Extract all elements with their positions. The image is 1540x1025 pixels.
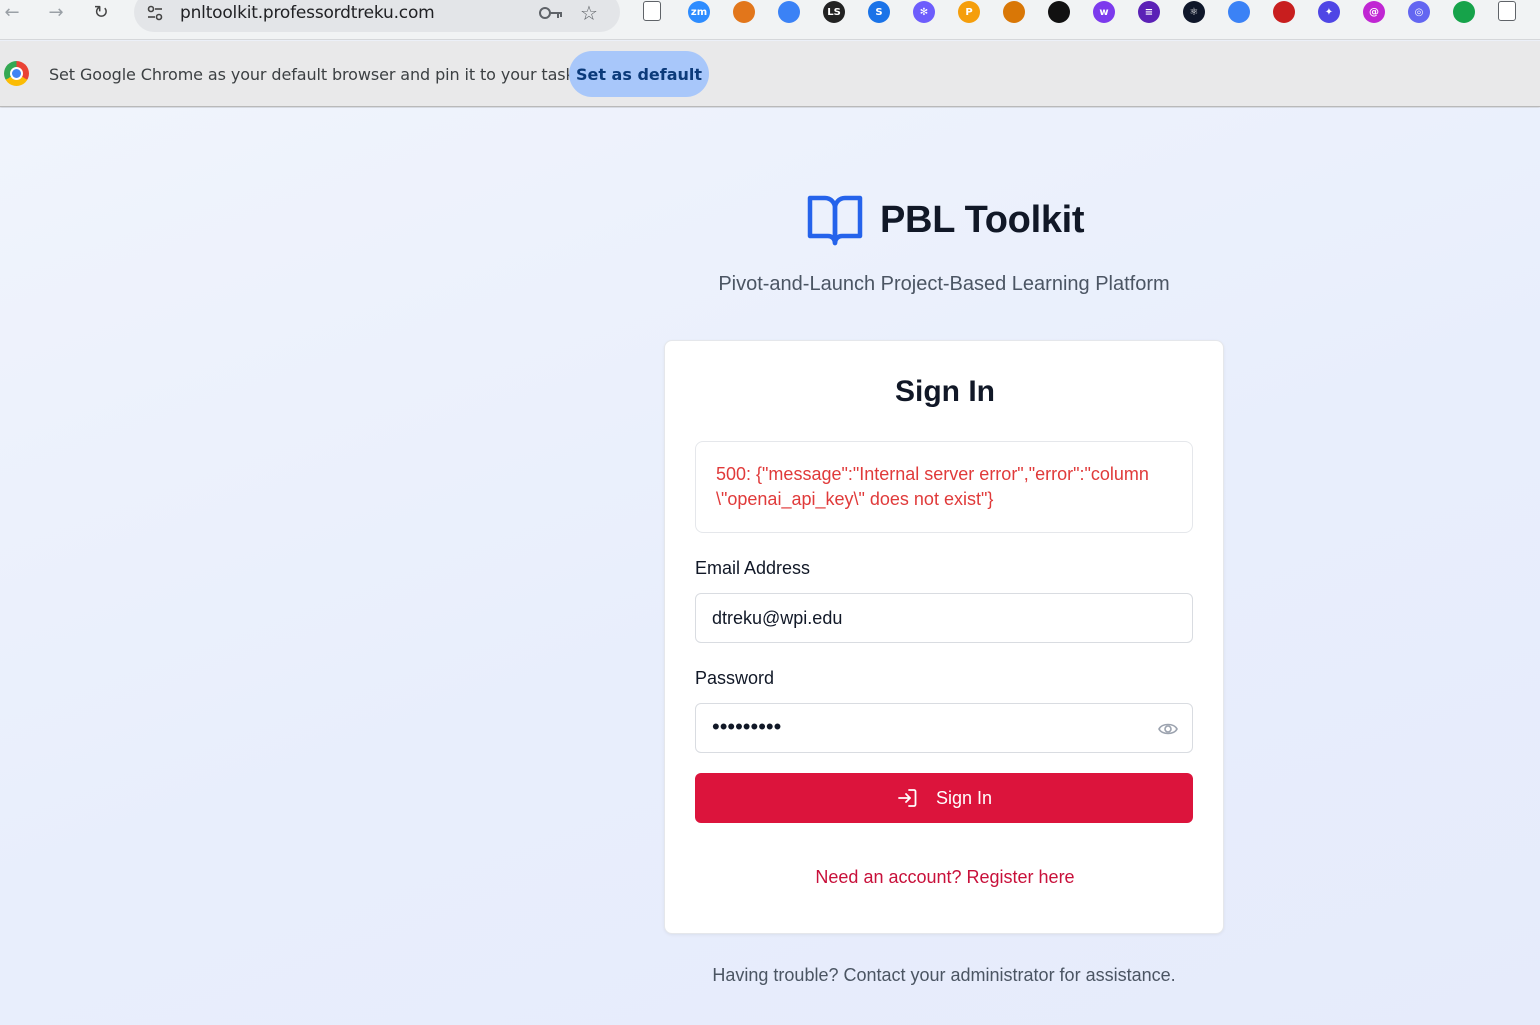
purple-w-icon[interactable]: w xyxy=(1093,1,1115,23)
browser-toolbar: ← → ↻ pnltoolkit.professordtreku.com ☆ z… xyxy=(0,0,1540,40)
reload-icon[interactable]: ↻ xyxy=(89,0,113,24)
chart-ext-icon[interactable] xyxy=(1228,1,1250,23)
sign-in-card: Sign In 500: {"message":"Internal server… xyxy=(664,340,1224,934)
page-icon[interactable] xyxy=(643,1,661,21)
bookmark-star-icon[interactable]: ☆ xyxy=(580,1,598,25)
flower-icon[interactable]: ✻ xyxy=(913,1,935,23)
email-field[interactable]: dtreku@wpi.edu xyxy=(695,593,1193,643)
book-open-icon xyxy=(807,195,863,246)
address-bar[interactable]: pnltoolkit.professordtreku.com ☆ xyxy=(134,0,620,32)
gemini-icon[interactable]: ✦ xyxy=(1318,1,1340,23)
back-icon[interactable]: ← xyxy=(0,0,24,24)
metamask-icon[interactable] xyxy=(733,1,755,23)
brand: PBL Toolkit xyxy=(806,193,1085,247)
error-alert: 500: {"message":"Internal server error",… xyxy=(695,441,1193,533)
graduation-icon[interactable] xyxy=(778,1,800,23)
register-link[interactable]: Need an account? Register here xyxy=(665,867,1225,888)
green-arrow-icon[interactable] xyxy=(1048,1,1070,23)
spiral-icon[interactable]: @ xyxy=(1363,1,1385,23)
sign-in-button-label: Sign In xyxy=(935,787,993,808)
email-value: dtreku@wpi.edu xyxy=(712,608,843,628)
forward-icon[interactable]: → xyxy=(44,0,68,24)
zoom-icon[interactable]: zm xyxy=(688,1,710,23)
chrome-logo-icon xyxy=(4,61,29,86)
password-label: Password xyxy=(695,668,775,688)
sign-in-button[interactable]: Sign In xyxy=(695,773,1193,823)
brand-name: PBL Toolkit xyxy=(880,198,1085,241)
log-in-icon xyxy=(898,789,917,807)
puzzle-icon[interactable] xyxy=(1498,1,1516,21)
password-field[interactable]: ••••••••• xyxy=(695,703,1193,753)
avatar-ext-icon[interactable] xyxy=(1003,1,1025,23)
ls-icon[interactable]: LS xyxy=(823,1,845,23)
robot-icon[interactable] xyxy=(1453,1,1475,23)
help-text: Having trouble? Contact your administrat… xyxy=(712,965,1176,985)
site-settings-icon[interactable] xyxy=(146,4,164,22)
login-page: PBL Toolkit Pivot-and-Launch Project-Bas… xyxy=(0,108,1540,1025)
url-text[interactable]: pnltoolkit.professordtreku.com xyxy=(180,3,435,23)
set-as-default-button[interactable]: Set as default xyxy=(569,51,709,97)
key-icon[interactable] xyxy=(538,4,564,22)
tagline: Pivot-and-Launch Project-Based Learning … xyxy=(718,273,1170,295)
card-title: Sign In xyxy=(895,375,995,408)
infobar-message: Set Google Chrome as your default browse… xyxy=(49,65,601,84)
pdf-icon[interactable] xyxy=(1273,1,1295,23)
p-icon[interactable]: P xyxy=(958,1,980,23)
password-value: ••••••••• xyxy=(712,714,782,739)
s-icon[interactable]: S xyxy=(868,1,890,23)
default-browser-infobar: Set Google Chrome as your default browse… xyxy=(0,41,1540,107)
react-icon[interactable]: ⚛ xyxy=(1183,1,1205,23)
email-label: Email Address xyxy=(695,558,811,578)
circle-ext-icon[interactable]: ◎ xyxy=(1408,1,1430,23)
error-message: 500: {"message":"Internal server error",… xyxy=(716,464,1149,509)
eye-icon[interactable] xyxy=(1158,719,1178,739)
list-icon[interactable]: ≡ xyxy=(1138,1,1160,23)
